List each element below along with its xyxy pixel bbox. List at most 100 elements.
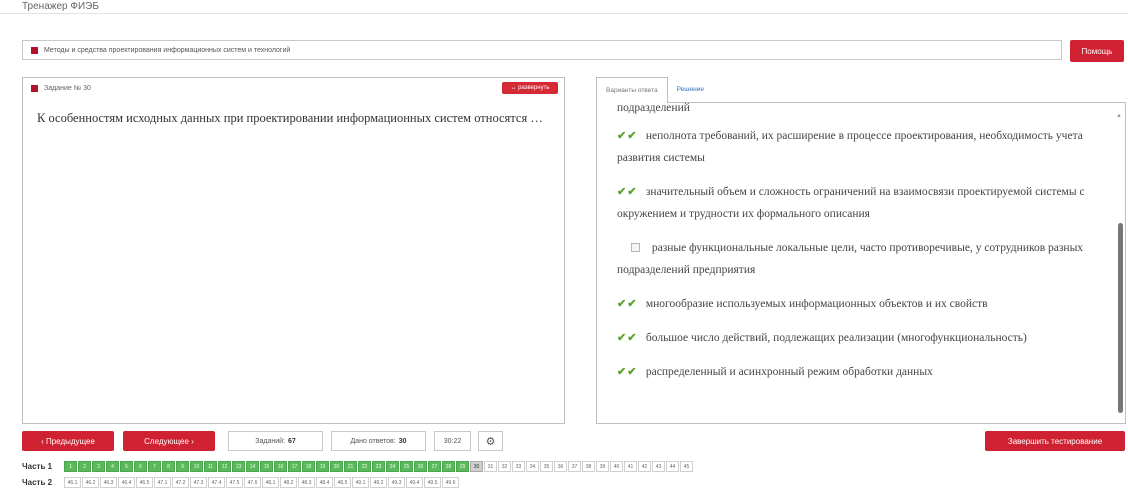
- question-cell[interactable]: 14: [246, 461, 259, 472]
- question-cell[interactable]: 47.4: [208, 477, 225, 488]
- question-cell[interactable]: 10: [190, 461, 203, 472]
- question-cell[interactable]: 45: [680, 461, 693, 472]
- finish-test-button[interactable]: Завершить тестирование: [985, 431, 1125, 451]
- question-cell[interactable]: 30: [470, 461, 483, 472]
- question-cell[interactable]: 18: [302, 461, 315, 472]
- question-cell[interactable]: 24: [386, 461, 399, 472]
- question-cell[interactable]: 48.2: [280, 477, 297, 488]
- question-cell[interactable]: 33: [512, 461, 525, 472]
- question-cell[interactable]: 46.3: [100, 477, 117, 488]
- answer-option[interactable]: ✔✔ распределенный и асинхронный режим об…: [617, 361, 1097, 383]
- question-cell[interactable]: 38: [582, 461, 595, 472]
- question-cell[interactable]: 42: [638, 461, 651, 472]
- question-cell[interactable]: 41: [624, 461, 637, 472]
- checkbox-checked-icon[interactable]: ✔: [627, 366, 636, 378]
- question-cell[interactable]: 3: [92, 461, 105, 472]
- question-cell[interactable]: 44: [666, 461, 679, 472]
- answer-option[interactable]: ✔✔ неполнота требований, их расширение в…: [617, 125, 1097, 169]
- question-cell[interactable]: 9: [176, 461, 189, 472]
- answer-option[interactable]: разные функциональные локальные цели, ча…: [617, 237, 1097, 281]
- question-cell[interactable]: 49.2: [370, 477, 387, 488]
- task-header: Задание № 30: [23, 78, 564, 98]
- question-cell[interactable]: 1: [64, 461, 77, 472]
- checkbox-checked-icon[interactable]: ✔: [627, 130, 636, 142]
- checkbox-checked-icon[interactable]: ✔: [627, 186, 636, 198]
- question-cell[interactable]: 7: [148, 461, 161, 472]
- question-cell[interactable]: 26: [414, 461, 427, 472]
- correct-checkmarks: ✔✔: [617, 181, 643, 203]
- timer: 30:22: [434, 431, 471, 451]
- question-cell[interactable]: 35: [540, 461, 553, 472]
- question-cell[interactable]: 43: [652, 461, 665, 472]
- question-cell[interactable]: 46.1: [64, 477, 81, 488]
- question-cell[interactable]: 17: [288, 461, 301, 472]
- question-cell[interactable]: 40: [610, 461, 623, 472]
- question-cell[interactable]: 29: [456, 461, 469, 472]
- question-cell[interactable]: 48.1: [262, 477, 279, 488]
- gear-icon[interactable]: ⚙: [478, 431, 503, 451]
- question-cell[interactable]: 46.2: [82, 477, 99, 488]
- question-cell[interactable]: 25: [400, 461, 413, 472]
- question-navigator: Часть 1 1 2 3 4 5 6 7 8 9 10 11 12 13 14 15 16 17 18 19 20 2…: [22, 460, 1122, 492]
- checkbox-checked-icon[interactable]: ✔: [627, 298, 636, 310]
- help-button[interactable]: Помощь: [1070, 40, 1124, 62]
- question-cell[interactable]: 31: [484, 461, 497, 472]
- part-label: Часть 2: [22, 478, 53, 487]
- checkbox-empty-icon[interactable]: [631, 243, 640, 252]
- answer-text: значительный объем и сложность ограничен…: [617, 186, 1085, 220]
- prev-button[interactable]: ‹ Предыдущее: [22, 431, 114, 451]
- correct-check-icon: ✔: [617, 130, 627, 142]
- question-cell[interactable]: 49.6: [442, 477, 459, 488]
- part-label: Часть 1: [22, 462, 53, 471]
- question-cell[interactable]: 48.3: [298, 477, 315, 488]
- question-cell[interactable]: 39: [596, 461, 609, 472]
- question-cell[interactable]: 48.5: [334, 477, 351, 488]
- question-cell[interactable]: 32: [498, 461, 511, 472]
- question-cell[interactable]: 28: [442, 461, 455, 472]
- question-cell[interactable]: 6: [134, 461, 147, 472]
- answer-option[interactable]: ✔✔ значительный объем и сложность ограни…: [617, 181, 1097, 225]
- question-cell[interactable]: 5: [120, 461, 133, 472]
- question-cell[interactable]: 46.4: [118, 477, 135, 488]
- question-cell[interactable]: 13: [232, 461, 245, 472]
- question-cell[interactable]: 16: [274, 461, 287, 472]
- question-cell[interactable]: 20: [330, 461, 343, 472]
- question-cell[interactable]: 49.1: [352, 477, 369, 488]
- checkbox-checked-icon[interactable]: ✔: [627, 332, 636, 344]
- correct-checkmarks: ✔✔: [617, 361, 643, 383]
- question-cell[interactable]: 4: [106, 461, 119, 472]
- question-cell[interactable]: 12: [218, 461, 231, 472]
- question-cell[interactable]: 19: [316, 461, 329, 472]
- question-cell[interactable]: 49.4: [406, 477, 423, 488]
- question-cell[interactable]: 2: [78, 461, 91, 472]
- question-cell[interactable]: 49.3: [388, 477, 405, 488]
- correct-check-icon: ✔: [617, 332, 627, 344]
- answer-option[interactable]: ✔✔ большое число действий, подлежащих ре…: [617, 327, 1097, 349]
- answered-count: Дано ответов: 30: [331, 431, 426, 451]
- question-cell[interactable]: 8: [162, 461, 175, 472]
- question-cell[interactable]: 48.4: [316, 477, 333, 488]
- question-cell[interactable]: 47.6: [244, 477, 261, 488]
- question-cell[interactable]: 22: [358, 461, 371, 472]
- scrollbar-thumb[interactable]: [1118, 223, 1123, 413]
- question-cell[interactable]: 23: [372, 461, 385, 472]
- question-cell[interactable]: 49.5: [424, 477, 441, 488]
- question-cell[interactable]: 27: [428, 461, 441, 472]
- question-cell[interactable]: 47.5: [226, 477, 243, 488]
- scroll-up-icon[interactable]: ▲: [1116, 113, 1122, 119]
- question-cell[interactable]: 47.1: [154, 477, 171, 488]
- question-cell[interactable]: 36: [554, 461, 567, 472]
- tab-solution[interactable]: Решение: [668, 77, 713, 102]
- next-button[interactable]: Следующее ›: [123, 431, 215, 451]
- question-cell[interactable]: 15: [260, 461, 273, 472]
- question-cell[interactable]: 47.3: [190, 477, 207, 488]
- expand-button[interactable]: ↔ развернуть: [502, 82, 558, 94]
- question-cell[interactable]: 47.2: [172, 477, 189, 488]
- question-cell[interactable]: 46.5: [136, 477, 153, 488]
- question-cell[interactable]: 34: [526, 461, 539, 472]
- question-cell[interactable]: 11: [204, 461, 217, 472]
- question-cell[interactable]: 37: [568, 461, 581, 472]
- answer-option[interactable]: ✔✔ многообразие используемых информацион…: [617, 293, 1097, 315]
- question-cell[interactable]: 21: [344, 461, 357, 472]
- tab-answer-options[interactable]: Варианты ответа: [596, 77, 668, 103]
